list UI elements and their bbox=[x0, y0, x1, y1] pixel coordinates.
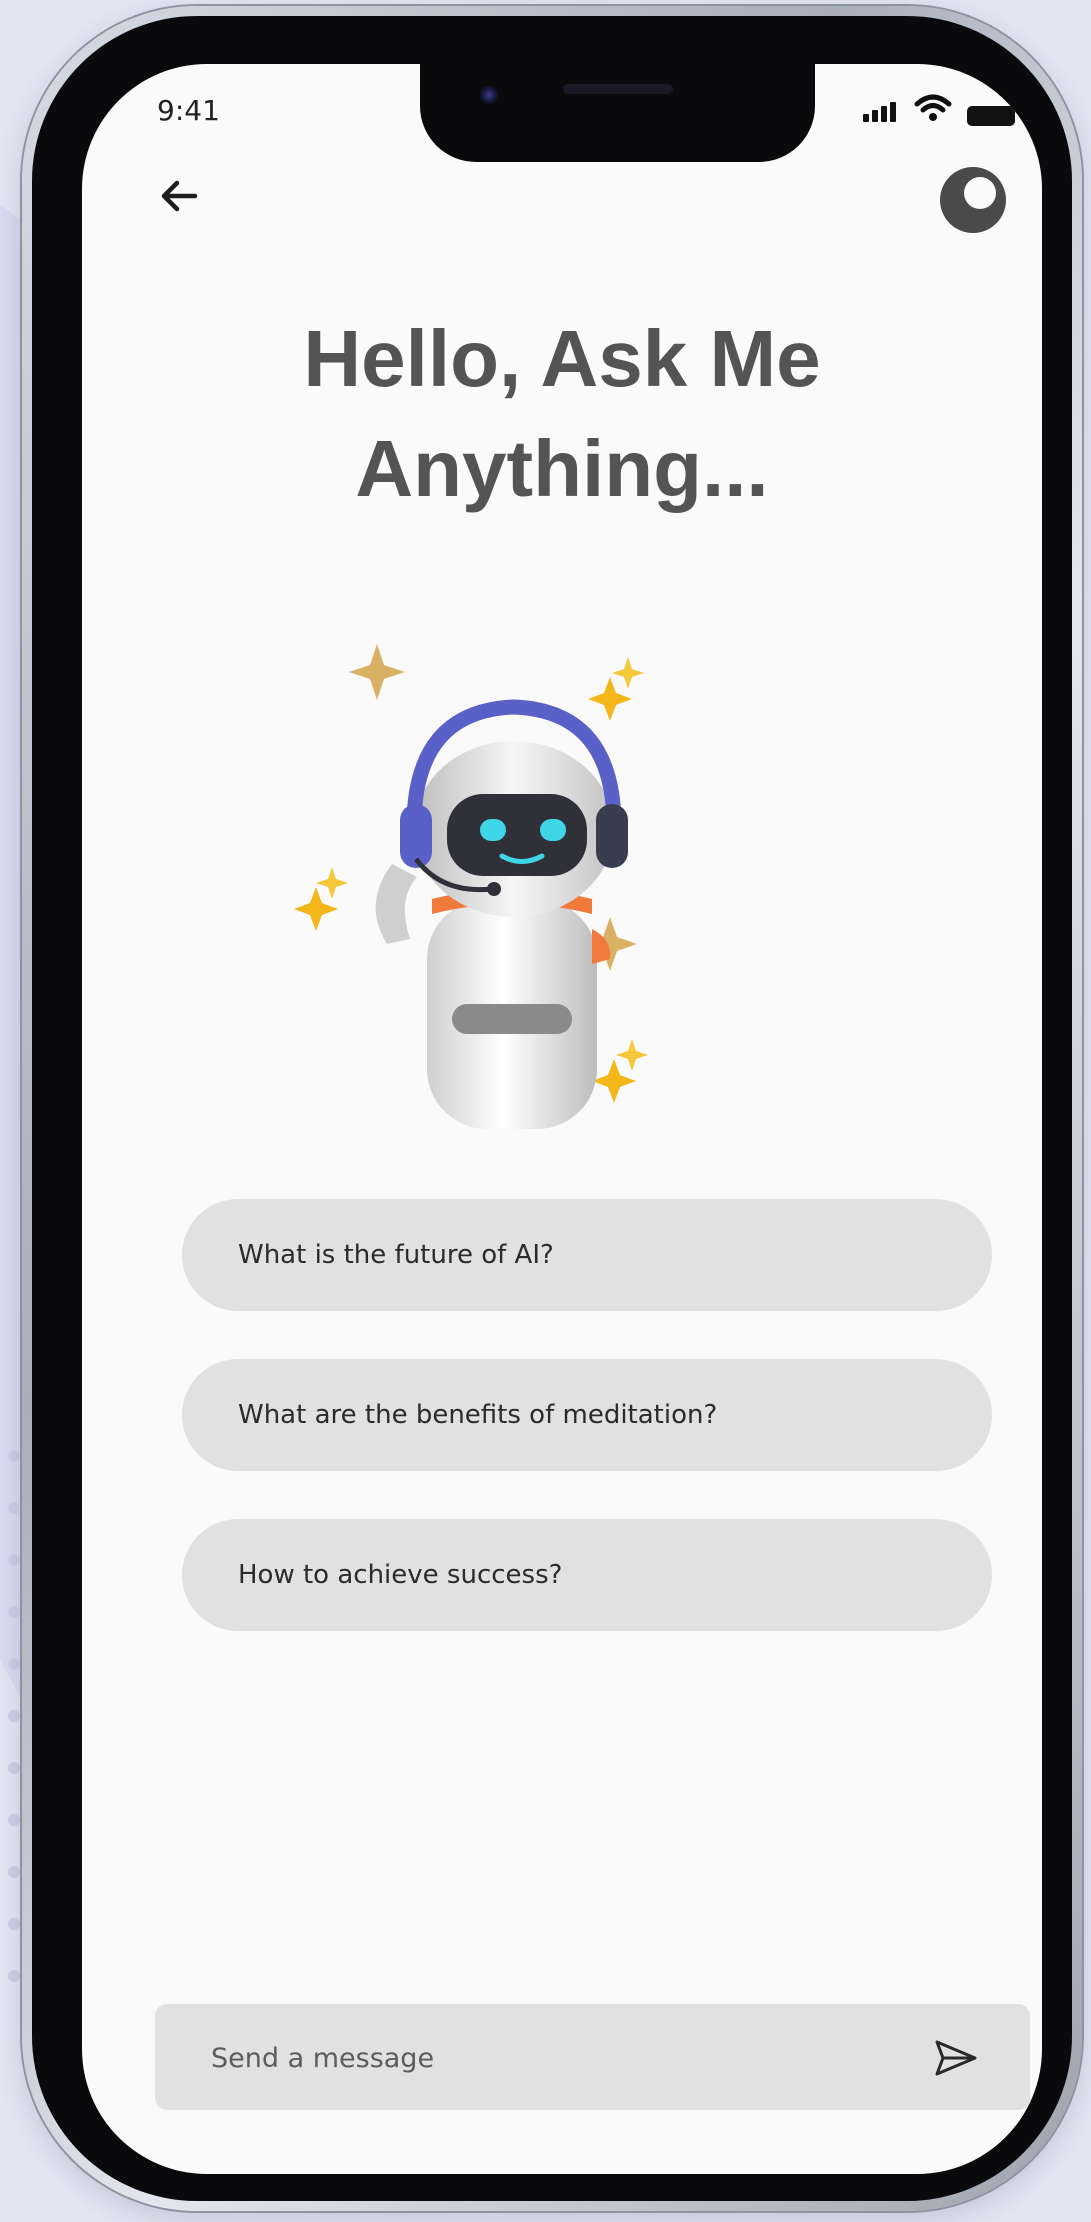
front-camera bbox=[480, 86, 498, 104]
phone-bezel: 9:41 Hello, Ask Me Anything... What is t… bbox=[32, 16, 1072, 2201]
wifi-icon bbox=[914, 94, 952, 121]
phone-notch bbox=[420, 64, 815, 162]
speaker-grille bbox=[563, 84, 673, 94]
suggestion-chip[interactable]: What are the benefits of meditation? bbox=[182, 1359, 992, 1471]
suggestion-chip[interactable]: How to achieve success? bbox=[182, 1519, 992, 1631]
message-composer bbox=[155, 2004, 1030, 2112]
app-screen: 9:41 Hello, Ask Me Anything... What is t… bbox=[82, 64, 1042, 2174]
status-time: 9:41 bbox=[157, 94, 220, 127]
suggestion-list: What is the future of AI? What are the b… bbox=[182, 1199, 992, 1679]
battery-icon bbox=[967, 106, 1015, 126]
status-icons bbox=[857, 92, 1015, 126]
send-icon[interactable] bbox=[925, 2034, 985, 2082]
robot-with-headset-icon bbox=[294, 644, 648, 1129]
page-title: Hello, Ask Me Anything... bbox=[303, 314, 821, 513]
phone-frame: 9:41 Hello, Ask Me Anything... What is t… bbox=[22, 6, 1082, 2211]
arrow-left-icon[interactable] bbox=[157, 174, 201, 218]
message-input[interactable] bbox=[209, 2004, 893, 2112]
theme-toggle-icon[interactable] bbox=[937, 164, 1009, 236]
suggestion-chip[interactable]: What is the future of AI? bbox=[182, 1199, 992, 1311]
